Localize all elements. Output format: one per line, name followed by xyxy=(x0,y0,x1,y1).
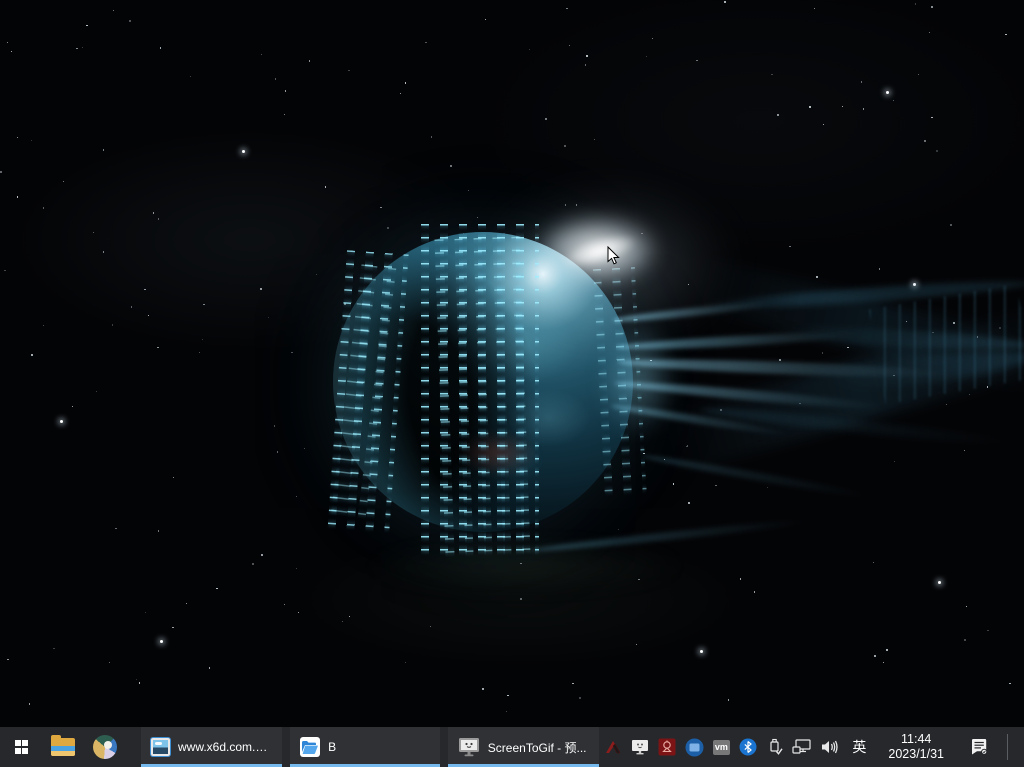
planet xyxy=(333,232,633,532)
taskbar-divider xyxy=(1007,734,1008,760)
show-desktop-button[interactable] xyxy=(1015,727,1020,767)
taskbar-item-label: B xyxy=(328,740,336,754)
taskbar[interactable]: www.x6d.com.pn... B xyxy=(0,727,1024,767)
desktop: www.x6d.com.pn... B xyxy=(0,0,1024,767)
screentogif-icon xyxy=(458,738,480,756)
taskbar-clock[interactable]: 11:44 2023/1/31 xyxy=(879,732,953,762)
bluetooth-icon[interactable] xyxy=(738,737,758,757)
volume-icon[interactable] xyxy=(819,737,839,757)
input-language-indicator[interactable]: 英 xyxy=(846,737,872,757)
vmware-label: vm xyxy=(713,740,730,755)
folder-icon xyxy=(51,738,75,756)
blue-app-icon[interactable] xyxy=(684,737,704,757)
taskbar-item-folder-b[interactable]: B xyxy=(290,727,440,767)
clock-date: 2023/1/31 xyxy=(888,747,944,762)
windows-logo-icon xyxy=(15,740,29,754)
file-explorer-button[interactable] xyxy=(43,727,84,767)
network-icon[interactable] xyxy=(792,737,812,757)
vmware-icon[interactable]: vm xyxy=(711,737,731,757)
taskbar-item-label: www.x6d.com.pn... xyxy=(178,740,272,754)
start-button[interactable] xyxy=(0,727,43,767)
notification-icon xyxy=(969,737,989,757)
taskbar-item-image-viewer[interactable]: www.x6d.com.pn... xyxy=(141,727,282,767)
peak-logo-icon[interactable] xyxy=(603,737,623,757)
action-center-button[interactable] xyxy=(960,737,998,757)
taskbar-item-screentogif[interactable]: ScreenToGif - 预... xyxy=(448,727,600,767)
taskbar-item-label: ScreenToGif - 预... xyxy=(488,739,587,756)
red-seal-icon[interactable] xyxy=(657,737,677,757)
screentogif-tray-icon[interactable] xyxy=(630,737,650,757)
clock-time: 11:44 xyxy=(888,732,944,747)
mouse-cursor xyxy=(607,246,621,271)
browser-swirl-icon xyxy=(93,735,117,759)
usb-eject-icon[interactable] xyxy=(765,737,785,757)
system-tray: vm xyxy=(599,727,1024,767)
desktop-wallpaper[interactable] xyxy=(0,0,1024,727)
planet-under-glow xyxy=(360,540,690,592)
image-file-icon xyxy=(151,738,170,756)
browser-button[interactable] xyxy=(84,727,125,767)
open-folder-icon xyxy=(300,737,320,757)
